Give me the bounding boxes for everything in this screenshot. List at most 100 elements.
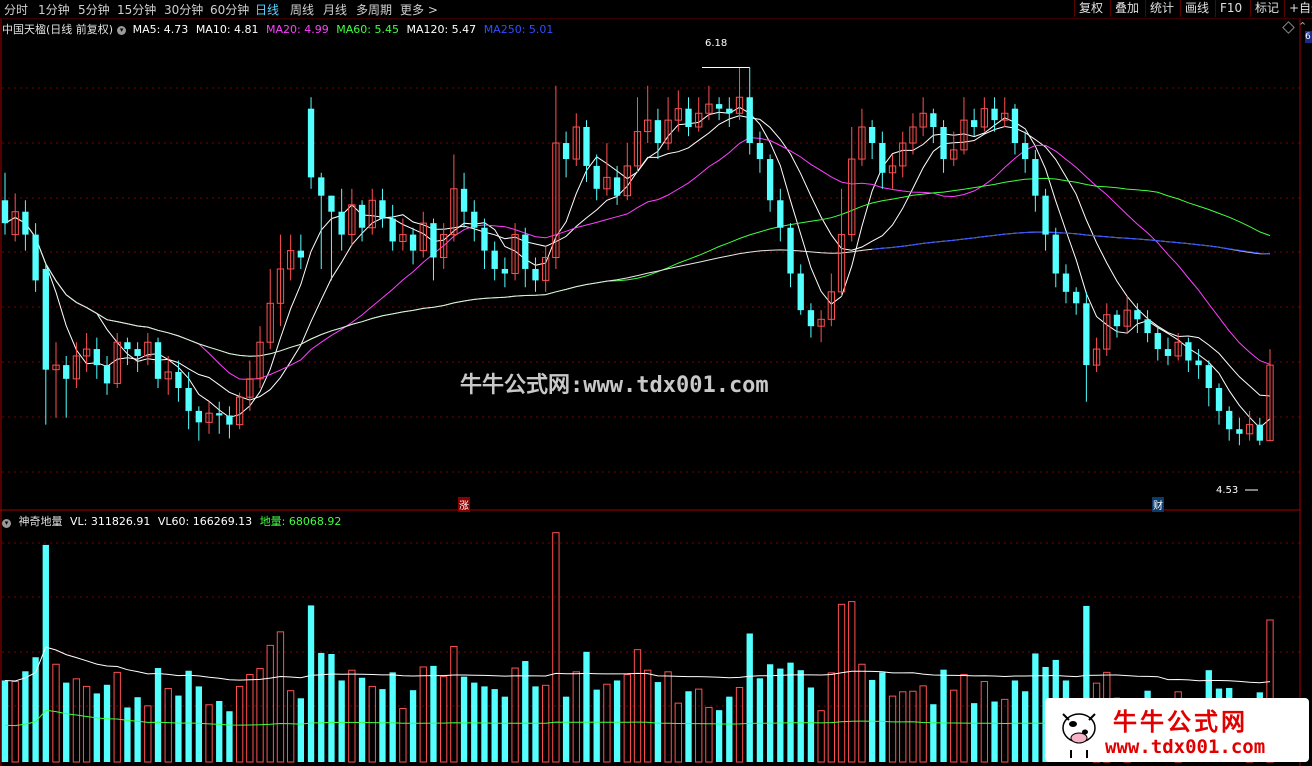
fuquan-button[interactable]: 复权: [1074, 0, 1107, 17]
candle-body: [807, 310, 815, 327]
volume-bar: [991, 701, 998, 762]
volume-bar: [837, 603, 846, 763]
volume-bar: [603, 683, 611, 763]
candle-body: [32, 234, 39, 281]
candle-body: [42, 268, 49, 370]
volume-bar: [756, 678, 764, 762]
candle-body: [522, 234, 529, 269]
volume-bar: [654, 682, 662, 762]
stats-button[interactable]: 统计: [1145, 0, 1178, 17]
volume-bar: [134, 697, 141, 762]
volume-bar: [195, 686, 202, 762]
volume-bar: [328, 654, 335, 762]
f10-button[interactable]: F10: [1215, 0, 1246, 17]
ma250-line: [872, 231, 1271, 255]
volume-bar: [980, 681, 989, 763]
legend-diliang: 地量: 68068.92: [259, 515, 342, 528]
candle-body: [501, 268, 509, 274]
stock-title[interactable]: 中国天楹(日线 前复权): [2, 23, 113, 36]
candle-body: [22, 211, 29, 235]
tab-fenshi[interactable]: 分时: [4, 1, 28, 18]
volume-bar: [338, 680, 345, 762]
candle-body: [471, 211, 478, 228]
site-logo: 牛牛公式网 www.tdx001.com: [1045, 698, 1309, 762]
volume-bar: [216, 700, 223, 762]
zhang-marker[interactable]: 涨: [458, 497, 470, 512]
candle-body: [63, 365, 70, 379]
candle-body: [1195, 360, 1202, 366]
tab-30min[interactable]: 30分钟: [164, 1, 203, 18]
candle-body: [756, 143, 764, 160]
candle-body: [1032, 159, 1039, 196]
tab-weekly[interactable]: 周线: [290, 1, 314, 18]
price-tag: 6: [1305, 31, 1312, 43]
candle-body: [1011, 108, 1019, 144]
candle-body: [868, 127, 876, 144]
volume-bar: [879, 672, 886, 762]
tab-more[interactable]: 更多 >: [400, 1, 438, 18]
legend-vl60: VL60: 166269.13: [157, 515, 253, 528]
volume-bar: [644, 669, 652, 763]
candle-body: [124, 342, 131, 350]
tab-multi-period[interactable]: 多周期: [356, 1, 392, 18]
logo-title: 牛牛公式网: [1113, 707, 1248, 736]
tab-15min[interactable]: 15分钟: [117, 1, 156, 18]
candle-body: [460, 188, 468, 212]
tab-1min[interactable]: 1分钟: [38, 1, 70, 18]
tab-monthly[interactable]: 月线: [323, 1, 347, 18]
draw-button[interactable]: 画线: [1180, 0, 1213, 17]
volume-bar: [1001, 698, 1009, 763]
volume-bar: [440, 676, 448, 763]
legend-vl: VL: 311826.91: [70, 515, 151, 528]
candle-body: [562, 143, 570, 160]
overlay-button[interactable]: 叠加: [1110, 0, 1143, 17]
volume-indicator-title[interactable]: 神奇地量: [19, 515, 63, 528]
volume-bar: [226, 711, 233, 762]
volume-bar: [235, 685, 244, 763]
volume-bar: [1011, 680, 1019, 762]
candle-body: [930, 113, 937, 127]
add-watchlist-button[interactable]: +自选: [1284, 0, 1312, 17]
candle-body: [379, 200, 386, 219]
volume-bar: [807, 687, 815, 762]
candle-body: [430, 223, 437, 258]
legend-ma60: MA60: 5.45: [336, 23, 399, 36]
mark-button[interactable]: 标记: [1250, 0, 1283, 17]
candle-body: [1134, 310, 1141, 320]
volume-bar: [950, 689, 958, 763]
volume-bar: [766, 664, 774, 762]
volume-bar: [746, 633, 753, 762]
volume-bar: [664, 671, 672, 763]
volume-bar: [1021, 691, 1029, 762]
volume-bar: [22, 671, 29, 762]
candle-body: [787, 227, 794, 274]
low-price-label: 4.53: [1216, 485, 1239, 496]
tab-5min[interactable]: 5分钟: [78, 1, 110, 18]
candle-body: [1042, 195, 1049, 235]
volume-bar: [63, 682, 70, 762]
candle-body: [1226, 410, 1233, 430]
ma20-line: [4, 137, 1271, 380]
tab-daily[interactable]: 日线: [255, 1, 279, 18]
chevron-down-icon[interactable]: ▾: [117, 26, 127, 35]
cai-marker[interactable]: 财: [1152, 497, 1164, 512]
legend-ma20: MA20: 4.99: [266, 23, 329, 36]
candle-body: [1062, 273, 1070, 292]
candle-body: [1021, 143, 1029, 160]
logo-url: www.tdx001.com: [1105, 736, 1266, 758]
volume-bar: [695, 688, 703, 763]
volume-bar: [266, 644, 274, 763]
volume-bar: [552, 532, 560, 763]
candle-body: [797, 273, 804, 311]
legend-ma10: MA10: 4.81: [195, 23, 259, 36]
candle-body: [766, 159, 774, 201]
candle-body: [195, 410, 202, 423]
tab-60min[interactable]: 60分钟: [210, 1, 249, 18]
volume-bar: [909, 690, 917, 763]
candle-body: [777, 200, 784, 228]
chevron-down-icon[interactable]: ▾: [2, 519, 11, 528]
volume-bar: [246, 674, 254, 763]
volume-bar: [409, 690, 417, 762]
volume-bar: [726, 696, 733, 762]
candle-body: [358, 204, 366, 228]
